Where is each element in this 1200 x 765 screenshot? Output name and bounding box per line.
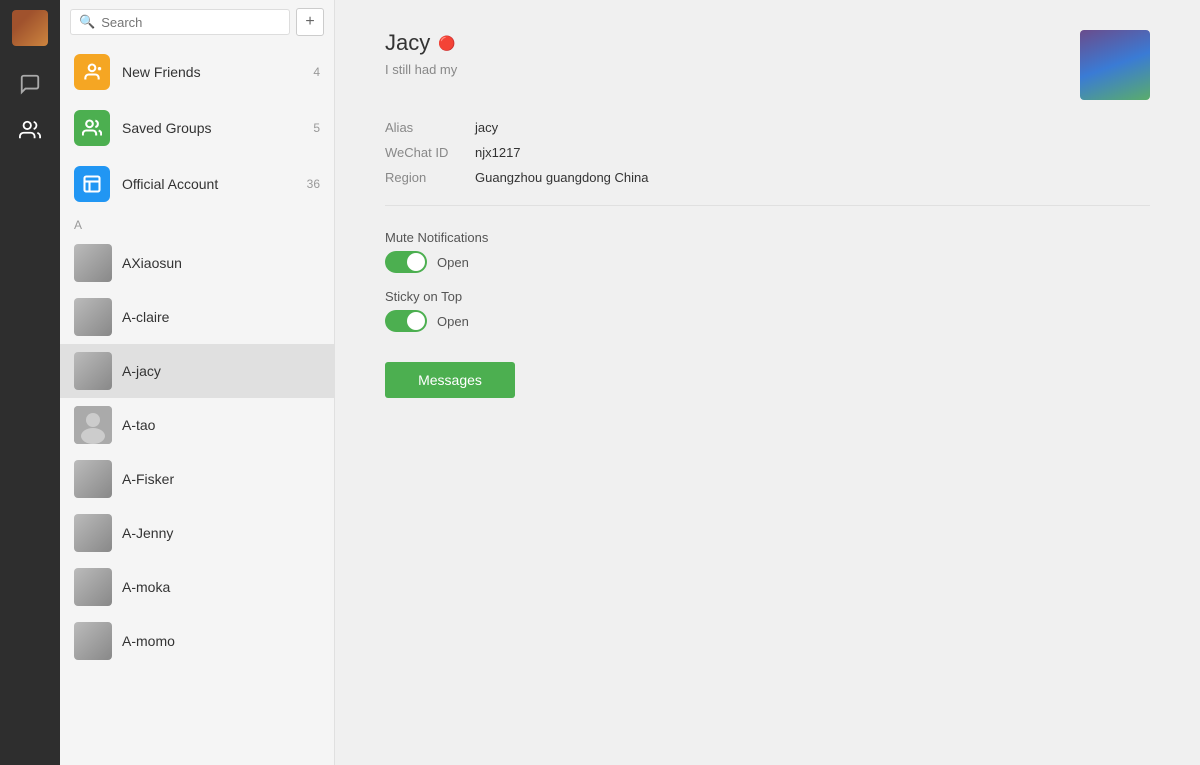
region-label: Region xyxy=(385,170,475,185)
user-avatar[interactable] xyxy=(12,10,48,46)
contact-name-amomo: A-momo xyxy=(122,633,175,649)
avatar-axiaosun xyxy=(74,244,112,282)
search-input[interactable] xyxy=(101,15,281,30)
add-button[interactable]: + xyxy=(296,8,324,36)
profile-name: Jacy xyxy=(385,30,430,56)
contact-name-ajacy: A-jacy xyxy=(122,363,161,379)
saved-groups-label: Saved Groups xyxy=(122,120,301,136)
contact-item-ajenny[interactable]: A-Jenny xyxy=(60,506,334,560)
sticky-toggle-switch[interactable] xyxy=(385,310,427,332)
official-account-badge: 36 xyxy=(307,177,320,191)
contact-panel: 🔍 + New Friends 4 Saved Groups 5 xyxy=(60,0,335,765)
region-row: Region Guangzhou guangdong China xyxy=(385,170,1150,185)
new-friends-icon xyxy=(74,54,110,90)
contact-item-afisker[interactable]: A-Fisker xyxy=(60,452,334,506)
info-section: Alias jacy WeChat ID njx1217 Region Guan… xyxy=(385,120,1150,206)
contact-name-afisker: A-Fisker xyxy=(122,471,174,487)
contact-item-amoka[interactable]: A-moka xyxy=(60,560,334,614)
mute-toggle-switch[interactable] xyxy=(385,251,427,273)
avatar-amoka xyxy=(74,568,112,606)
contact-item-ajacy[interactable]: A-jacy xyxy=(60,344,334,398)
search-icon: 🔍 xyxy=(79,14,95,30)
alias-row: Alias jacy xyxy=(385,120,1150,135)
nav-bar xyxy=(0,0,60,765)
mute-toggle-inner: Open xyxy=(385,251,1150,273)
saved-groups-badge: 5 xyxy=(313,121,320,135)
official-account-icon xyxy=(74,166,110,202)
contact-item-aclaire[interactable]: A-claire xyxy=(60,290,334,344)
contacts-nav-button[interactable] xyxy=(12,112,48,148)
new-friends-badge: 4 xyxy=(313,65,320,79)
sticky-toggle-row: Sticky on Top Open xyxy=(385,289,1150,332)
mute-title: Mute Notifications xyxy=(385,230,1150,245)
alias-value: jacy xyxy=(475,120,498,135)
new-friends-label: New Friends xyxy=(122,64,301,80)
profile-name-row: Jacy 🔴 xyxy=(385,30,457,56)
alias-label: Alias xyxy=(385,120,475,135)
saved-groups-icon xyxy=(74,110,110,146)
official-account-label: Official Account xyxy=(122,176,295,192)
saved-groups-item[interactable]: Saved Groups 5 xyxy=(60,100,334,156)
search-input-wrap[interactable]: 🔍 xyxy=(70,9,290,35)
contact-name-axiaosun: AXiaosun xyxy=(122,255,182,271)
profile-photo xyxy=(1080,30,1150,100)
wechatid-label: WeChat ID xyxy=(385,145,475,160)
sticky-toggle-inner: Open xyxy=(385,310,1150,332)
new-friends-item[interactable]: New Friends 4 xyxy=(60,44,334,100)
mute-toggle-status: Open xyxy=(437,255,469,270)
sticky-title: Sticky on Top xyxy=(385,289,1150,304)
avatar-ajenny xyxy=(74,514,112,552)
profile-status: I still had my xyxy=(385,62,457,77)
avatar-ajacy xyxy=(74,352,112,390)
official-account-item[interactable]: Official Account 36 xyxy=(60,156,334,212)
chat-nav-button[interactable] xyxy=(12,66,48,102)
avatar-atao xyxy=(74,406,112,444)
contact-item-amomo[interactable]: A-momo xyxy=(60,614,334,668)
contact-name-amoka: A-moka xyxy=(122,579,170,595)
group-header-a: A xyxy=(60,212,334,236)
contact-name-aclaire: A-claire xyxy=(122,309,169,325)
contact-name-ajenny: A-Jenny xyxy=(122,525,173,541)
wechatid-row: WeChat ID njx1217 xyxy=(385,145,1150,160)
contacts-list: A AXiaosun A-claire A-jacy A-tao A-Fiske… xyxy=(60,212,334,765)
avatar-afisker xyxy=(74,460,112,498)
wechatid-value: njx1217 xyxy=(475,145,521,160)
online-status-icon: 🔴 xyxy=(438,35,455,52)
mute-toggle-row: Mute Notifications Open xyxy=(385,230,1150,273)
avatar-aclaire xyxy=(74,298,112,336)
messages-button[interactable]: Messages xyxy=(385,362,515,398)
avatar-amomo xyxy=(74,622,112,660)
profile-info: Jacy 🔴 I still had my xyxy=(385,30,457,77)
search-bar: 🔍 + xyxy=(60,0,334,44)
detail-panel: Jacy 🔴 I still had my Alias jacy WeChat … xyxy=(335,0,1200,765)
contact-item-atau[interactable]: A-tao xyxy=(60,398,334,452)
profile-header: Jacy 🔴 I still had my xyxy=(385,30,1150,100)
contact-item-axiaosun[interactable]: AXiaosun xyxy=(60,236,334,290)
toggle-section: Mute Notifications Open Sticky on Top Op… xyxy=(385,230,1150,332)
sticky-toggle-status: Open xyxy=(437,314,469,329)
contact-name-atau: A-tao xyxy=(122,417,155,433)
region-value: Guangzhou guangdong China xyxy=(475,170,648,185)
